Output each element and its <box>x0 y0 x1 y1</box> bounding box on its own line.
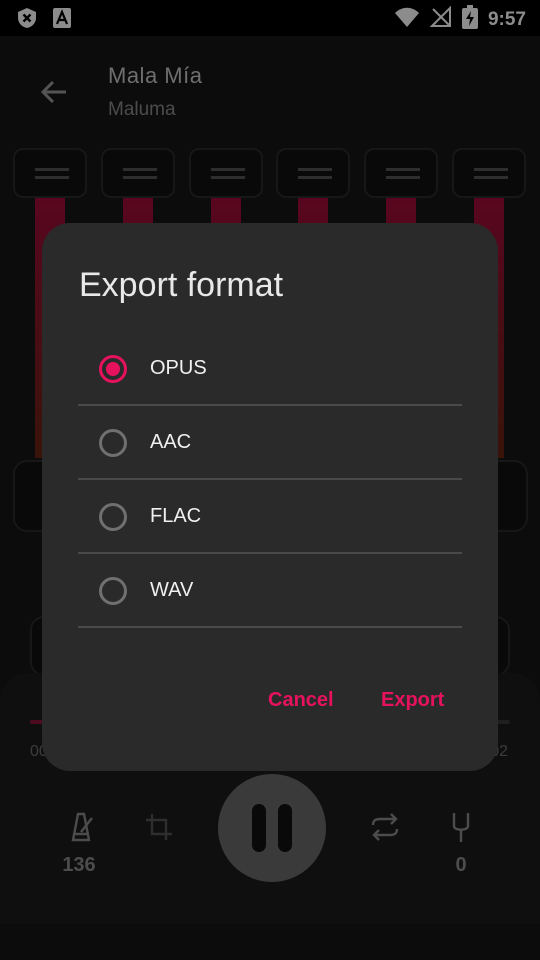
radio-button[interactable] <box>99 429 127 457</box>
radio-button[interactable] <box>99 577 127 605</box>
option-label: OPUS <box>150 357 207 379</box>
option-opus[interactable]: OPUS <box>78 331 462 405</box>
export-format-dialog: Export format OPUS AAC FLAC WAV Cancel E… <box>42 223 498 771</box>
cancel-button[interactable]: Cancel <box>268 689 334 712</box>
option-label: FLAC <box>150 505 202 527</box>
option-flac[interactable]: FLAC <box>78 479 462 553</box>
dialog-title: Export format <box>79 266 284 304</box>
export-button[interactable]: Export <box>381 689 444 712</box>
option-label: WAV <box>150 579 194 601</box>
option-wav[interactable]: WAV <box>78 553 462 627</box>
divider <box>78 626 462 628</box>
option-aac[interactable]: AAC <box>78 405 462 479</box>
option-label: AAC <box>150 431 192 453</box>
radio-button[interactable] <box>99 355 127 383</box>
radio-button[interactable] <box>99 503 127 531</box>
